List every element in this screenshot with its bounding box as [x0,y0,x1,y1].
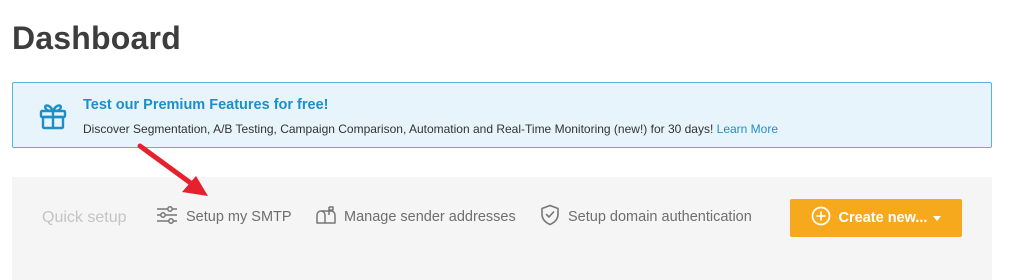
quick-setup-label: Quick setup [42,209,127,226]
page-title: Dashboard [12,20,181,56]
create-new-button[interactable]: Create new... [790,199,962,237]
promo-headline: Test our Premium Features for free! [83,97,329,113]
gift-icon [37,99,69,131]
shield-check-icon [540,204,560,230]
setup-domain-authentication-link[interactable]: Setup domain authentication [540,204,752,230]
caret-down-icon [933,215,942,221]
setup-smtp-label: Setup my SMTP [186,209,292,225]
promo-description: Discover Segmentation, A/B Testing, Camp… [83,122,778,136]
setup-smtp-link[interactable]: Setup my SMTP [156,205,292,229]
promo-description-text: Discover Segmentation, A/B Testing, Camp… [83,122,714,136]
mailbox-icon [314,205,336,229]
red-arrow-annotation [130,138,216,204]
manage-sender-addresses-label: Manage sender addresses [344,209,516,225]
manage-sender-addresses-link[interactable]: Manage sender addresses [314,205,516,229]
create-new-label: Create new... [838,210,928,226]
setup-domain-authentication-label: Setup domain authentication [568,209,752,225]
learn-more-link[interactable]: Learn More [717,122,778,136]
dashboard-page: Dashboard Test our Premium Features for … [0,0,1018,280]
sliders-icon [156,206,178,228]
plus-circle-icon [811,206,831,230]
